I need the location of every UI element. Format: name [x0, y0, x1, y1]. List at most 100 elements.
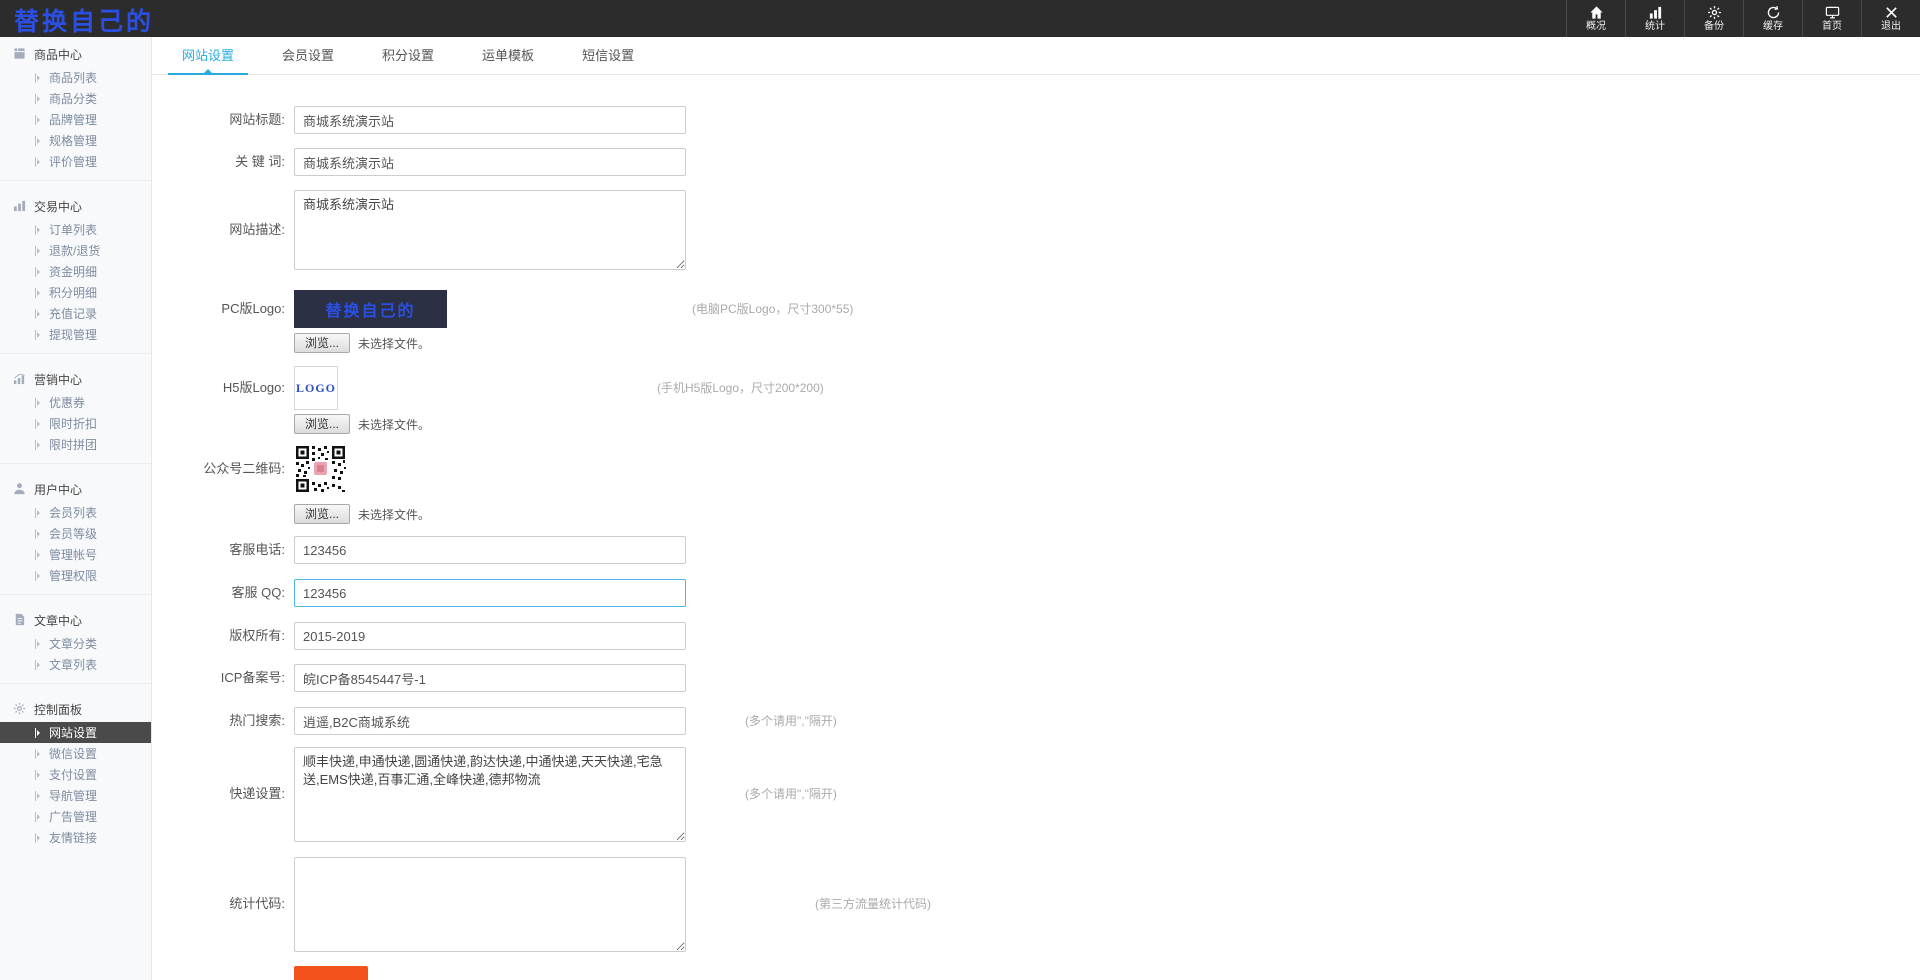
sidebar-item-recharge-records[interactable]: 充值记录 — [0, 303, 151, 324]
tree-branch-icon — [33, 727, 41, 738]
service-qq-input[interactable] — [294, 579, 686, 607]
sidebar-item-review-manage[interactable]: 评价管理 — [0, 151, 151, 172]
description-label: 网站描述: — [229, 222, 285, 237]
sidebar-item-nav-manage[interactable]: 导航管理 — [0, 785, 151, 806]
service-qq-label: 客服 QQ: — [231, 585, 285, 600]
sidebar-item-flash-discount[interactable]: 限时折扣 — [0, 413, 151, 434]
sidebar-item-order-list[interactable]: 订单列表 — [0, 219, 151, 240]
sidebar-item-group-buy[interactable]: 限时拼团 — [0, 434, 151, 455]
header-action-homepage[interactable]: 首页 — [1802, 0, 1861, 37]
header-action-label: 缓存 — [1763, 21, 1783, 32]
sidebar-item-coupons[interactable]: 优惠券 — [0, 392, 151, 413]
tree-branch-icon — [33, 507, 41, 518]
icp-input[interactable] — [294, 664, 686, 692]
sidebar-item-brand-manage[interactable]: 品牌管理 — [0, 109, 151, 130]
h5-logo-browse-button[interactable]: 浏览... — [294, 414, 351, 434]
header-action-cache[interactable]: 缓存 — [1743, 0, 1802, 37]
hot-search-input[interactable] — [294, 707, 686, 735]
header-action-overview[interactable]: 概况 — [1566, 0, 1625, 37]
monitor-icon — [1825, 5, 1840, 20]
sidebar-item-ad-manage[interactable]: 广告管理 — [0, 806, 151, 827]
submit-button[interactable] — [294, 966, 368, 980]
sidebar-item-funds-detail[interactable]: 资金明细 — [0, 261, 151, 282]
sidebar-item-spec-manage[interactable]: 规格管理 — [0, 130, 151, 151]
sidebar-divider — [0, 683, 151, 684]
article-icon — [13, 613, 26, 629]
sidebar-item-article-list[interactable]: 文章列表 — [0, 654, 151, 675]
sidebar-item-member-list[interactable]: 会员列表 — [0, 502, 151, 523]
sidebar-item-payment-settings[interactable]: 支付设置 — [0, 764, 151, 785]
site-title-label: 网站标题: — [229, 112, 285, 127]
qrcode-label: 公众号二维码: — [203, 461, 285, 476]
tree-branch-icon — [33, 156, 41, 167]
sidebar-item-friend-links[interactable]: 友情链接 — [0, 827, 151, 848]
tree-branch-icon — [33, 528, 41, 539]
tab-sms-settings[interactable]: 短信设置 — [576, 37, 640, 74]
tree-branch-icon — [33, 266, 41, 277]
tab-member-settings[interactable]: 会员设置 — [276, 37, 340, 74]
home-icon — [1589, 5, 1604, 20]
tree-branch-icon — [33, 549, 41, 560]
tree-branch-icon — [33, 287, 41, 298]
copyright-input[interactable] — [294, 622, 686, 650]
top-header: 替换自己的 概况 统计 备份 缓存 首页 退出 — [0, 0, 1920, 37]
sidebar-item-site-settings[interactable]: 网站设置 — [0, 722, 151, 743]
sidebar-item-refund-return[interactable]: 退款/退货 — [0, 240, 151, 261]
tab-waybill-template[interactable]: 运单模板 — [476, 37, 540, 74]
h5-logo-file-row: 浏览... 未选择文件。 — [294, 414, 430, 434]
sidebar-item-admin-account[interactable]: 管理帐号 — [0, 544, 151, 565]
sidebar-section-marketing-center: 营销中心 — [0, 362, 151, 392]
header-action-label: 退出 — [1881, 21, 1901, 32]
qrcode-file-row: 浏览... 未选择文件。 — [294, 504, 430, 524]
gear-icon — [1707, 5, 1722, 20]
sidebar-item-admin-permission[interactable]: 管理权限 — [0, 565, 151, 586]
tree-branch-icon — [33, 439, 41, 450]
h5-logo-preview: LOGO — [294, 366, 338, 410]
sidebar-item-withdraw-manage[interactable]: 提现管理 — [0, 324, 151, 345]
tab-points-settings[interactable]: 积分设置 — [376, 37, 440, 74]
tree-branch-icon — [33, 245, 41, 256]
sidebar-section-article-center: 文章中心 — [0, 603, 151, 633]
stats-code-textarea[interactable] — [294, 857, 686, 952]
express-label: 快递设置: — [229, 786, 285, 801]
tree-branch-icon — [33, 72, 41, 83]
tree-branch-icon — [33, 93, 41, 104]
tree-branch-icon — [33, 832, 41, 843]
sidebar-item-article-category[interactable]: 文章分类 — [0, 633, 151, 654]
tree-branch-icon — [33, 638, 41, 649]
tree-branch-icon — [33, 308, 41, 319]
service-phone-input[interactable] — [294, 536, 686, 564]
express-textarea[interactable]: 顺丰快递,申通快递,圆通快递,韵达快递,中通快递,天天快递,宅急送,EMS快递,… — [294, 747, 686, 842]
header-action-label: 统计 — [1645, 21, 1665, 32]
keywords-input[interactable] — [294, 148, 686, 176]
sidebar-item-wechat-settings[interactable]: 微信设置 — [0, 743, 151, 764]
header-action-backup[interactable]: 备份 — [1684, 0, 1743, 37]
tree-branch-icon — [33, 114, 41, 125]
user-icon — [13, 482, 26, 498]
header-action-stats[interactable]: 统计 — [1625, 0, 1684, 37]
express-hint: (多个请用","隔开) — [745, 787, 837, 801]
sidebar-section-user-center: 用户中心 — [0, 472, 151, 502]
main-content: 网站设置 会员设置 积分设置 运单模板 短信设置 网站标题: 关 键 词: 网站… — [152, 37, 1920, 980]
copyright-label: 版权所有: — [229, 628, 285, 643]
sidebar-section-control-panel: 控制面板 — [0, 692, 151, 722]
tree-branch-icon — [33, 790, 41, 801]
sidebar-divider — [0, 180, 151, 181]
sidebar-item-goods-list[interactable]: 商品列表 — [0, 67, 151, 88]
tree-branch-icon — [33, 769, 41, 780]
pc-logo-no-file-text: 未选择文件。 — [358, 336, 431, 351]
description-textarea[interactable]: 商城系统演示站 — [294, 190, 686, 270]
tree-branch-icon — [33, 748, 41, 759]
site-title-input[interactable] — [294, 106, 686, 134]
sidebar-item-points-detail[interactable]: 积分明细 — [0, 282, 151, 303]
tree-branch-icon — [33, 811, 41, 822]
pc-logo-file-row: 浏览... 未选择文件。 — [294, 333, 430, 353]
sidebar-item-goods-category[interactable]: 商品分类 — [0, 88, 151, 109]
pc-logo-browse-button[interactable]: 浏览... — [294, 333, 351, 353]
header-action-logout[interactable]: 退出 — [1861, 0, 1920, 37]
sidebar-item-member-level[interactable]: 会员等级 — [0, 523, 151, 544]
header-action-label: 备份 — [1704, 21, 1724, 32]
qrcode-browse-button[interactable]: 浏览... — [294, 504, 351, 524]
pc-logo-label: PC版Logo: — [221, 301, 285, 316]
tab-site-settings[interactable]: 网站设置 — [168, 37, 249, 75]
